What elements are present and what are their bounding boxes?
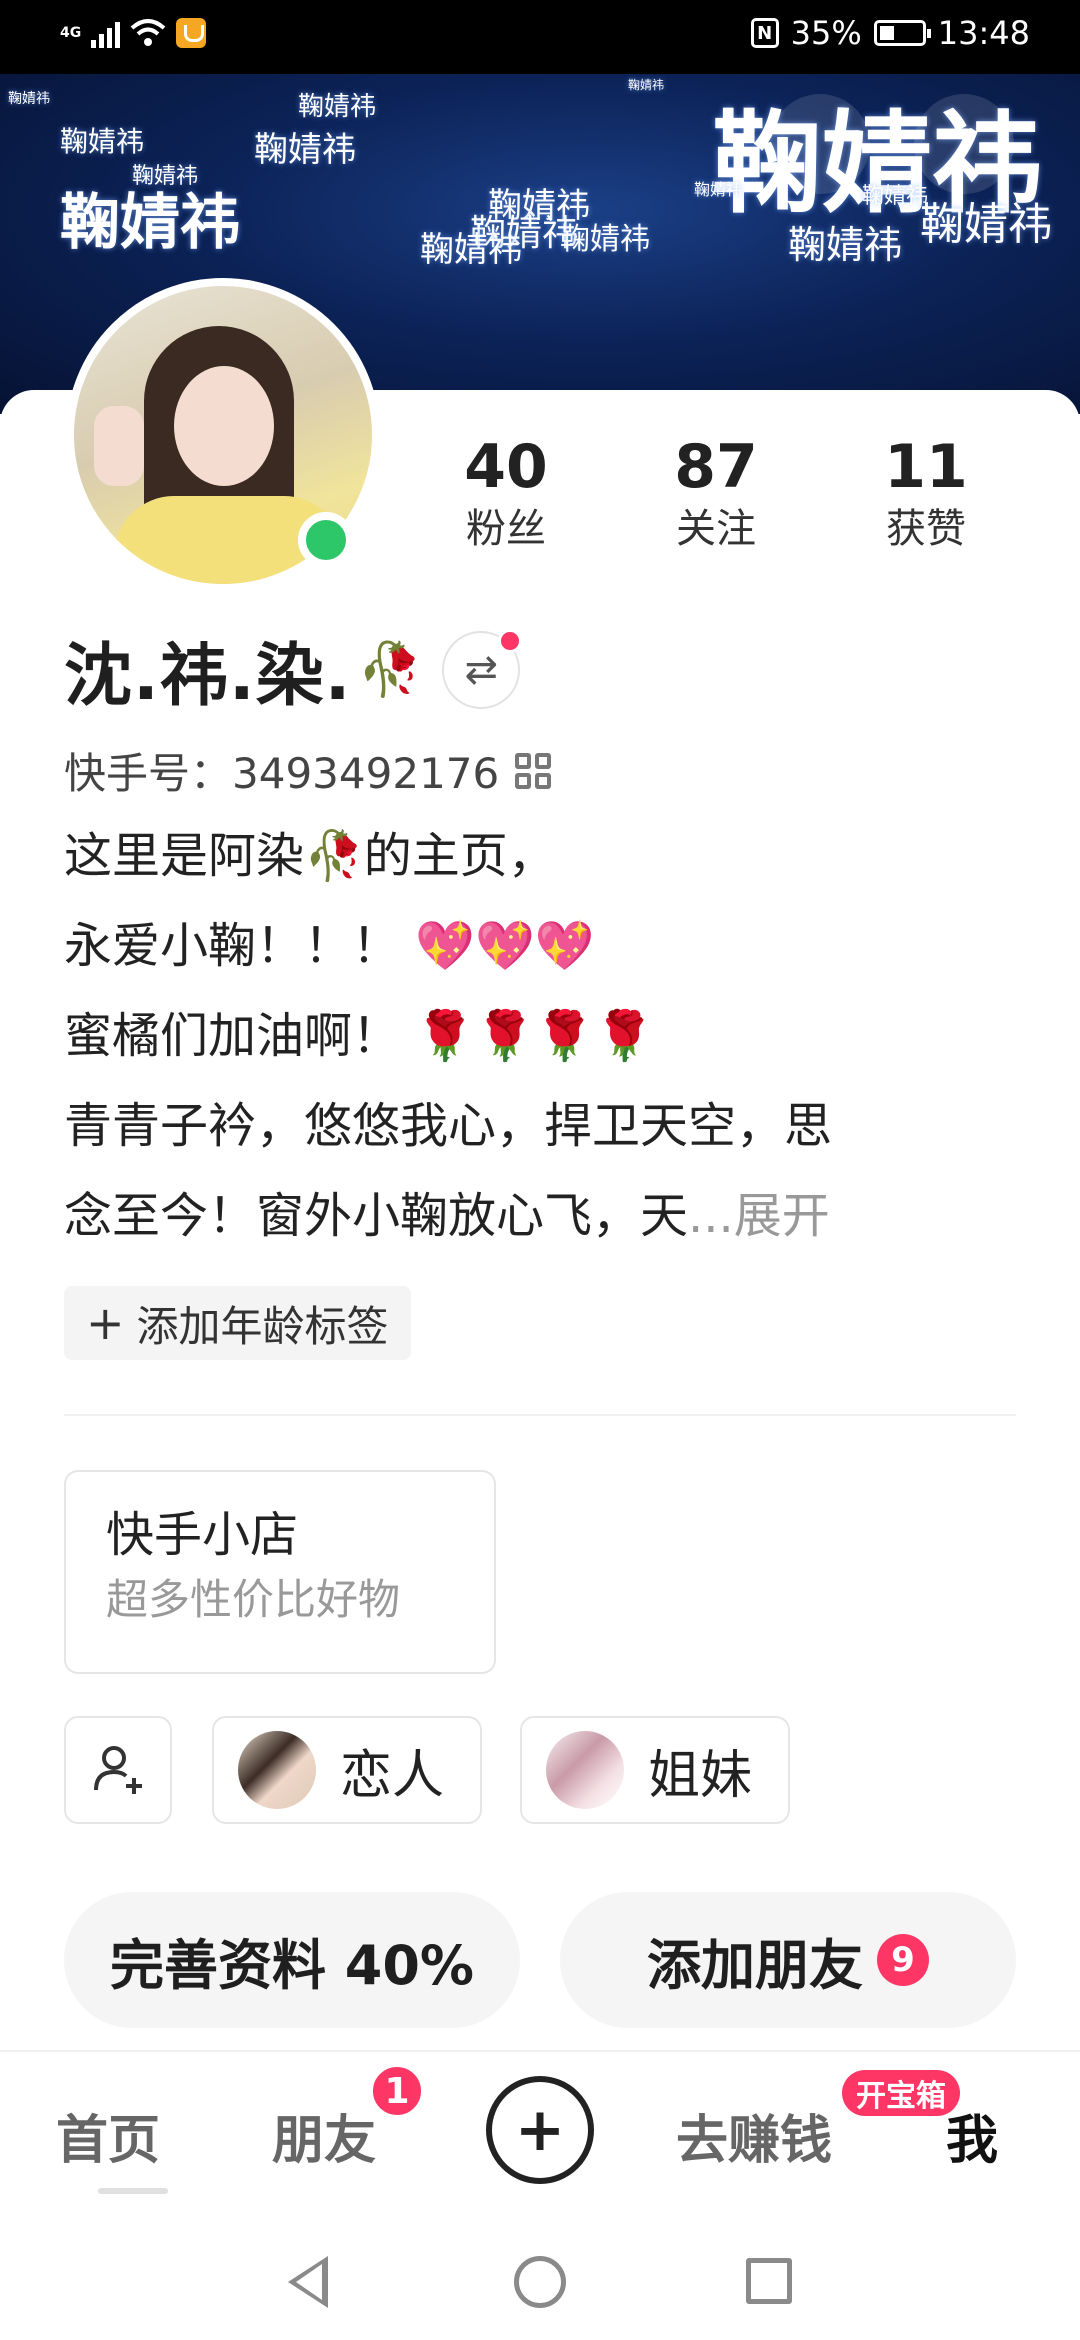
nav-home[interactable]: 首页	[56, 2098, 160, 2173]
kuaishou-id-value: 3493492176	[232, 749, 500, 798]
notification-dot	[498, 628, 523, 653]
expand-bio-button[interactable]: 展开	[734, 1188, 830, 1244]
status-left: 4G	[60, 18, 207, 48]
lover-avatar	[238, 1731, 316, 1809]
add-friends-badge: 9	[877, 1934, 929, 1986]
stat-fans[interactable]: 40 粉丝	[416, 432, 596, 554]
battery-percent: 35%	[790, 14, 862, 52]
nav-me[interactable]: 我	[946, 2098, 998, 2173]
qr-code-icon[interactable]	[515, 752, 552, 789]
kuaishou-shop-card[interactable]: 快手小店 超多性价比好物	[64, 1470, 496, 1674]
system-nav-bar	[0, 2220, 1080, 2340]
kuaishou-id-row[interactable]: 快手号：3493492176	[64, 740, 552, 801]
divider	[64, 1414, 1016, 1416]
name-row: 沈.祎.染. 🥀 ⇄	[64, 620, 523, 719]
status-bar: 4G N 35% 13:48	[0, 0, 1080, 74]
banner-word: 鞠婧祎	[628, 78, 665, 92]
add-user-icon	[94, 1746, 142, 1794]
avatar-hand	[94, 406, 144, 486]
home-icon[interactable]	[514, 2256, 566, 2308]
stat-value: 87	[674, 432, 758, 502]
stat-label: 关注	[676, 506, 756, 552]
banner-circle	[914, 94, 1014, 194]
rose-icons: 🌹🌹🌹🌹	[415, 1008, 655, 1064]
relation-label: 恋人	[340, 1745, 445, 1806]
banner-word: 鞠婧祎	[60, 188, 240, 258]
nav-earn[interactable]: 去赚钱	[676, 2098, 832, 2173]
sparkling-heart-icons: 💖💖💖	[415, 918, 595, 974]
create-post-button[interactable]: +	[486, 2076, 594, 2184]
nav-friends[interactable]: 朋友	[272, 2098, 376, 2173]
bio-line-4: 青青子衿，悠悠我心，捍卫天空，思	[64, 1098, 833, 1154]
bio-ellipsis: ...	[688, 1188, 734, 1244]
banner-word: 鞠婧祎	[694, 180, 743, 199]
signal-icon	[91, 18, 121, 48]
recent-apps-icon[interactable]	[746, 2258, 792, 2304]
kuaishou-id-label: 快手号：	[64, 749, 233, 798]
bio-line-1: 这里是阿染🥀的主页，	[64, 826, 1024, 886]
friends-badge: 1	[370, 2064, 424, 2118]
nav-indicator	[98, 2188, 168, 2194]
banner-word: 鞠婧祎	[420, 230, 522, 270]
switch-icon: ⇄	[464, 646, 498, 693]
banner-word: 鞠婧祎	[862, 184, 929, 209]
banner-circle	[770, 94, 870, 194]
relation-sister-button[interactable]: 姐妹	[520, 1716, 790, 1824]
status-right: N 35% 13:48	[750, 14, 1030, 52]
avatar-face	[174, 366, 274, 486]
nfc-icon: N	[750, 18, 779, 48]
switch-account-button[interactable]: ⇄	[442, 628, 523, 709]
bio-line-5: 念至今！窗外小鞠放心飞，天...展开	[64, 1186, 1024, 1246]
kuaishou-id-text: 快手号：3493492176	[64, 740, 499, 801]
banner-word: 鞠婧祎	[560, 222, 650, 257]
back-icon-inner	[296, 2264, 322, 2300]
add-age-tag-button[interactable]: + 添加年龄标签	[64, 1286, 411, 1360]
banner-word: 鞠婧祎	[8, 91, 50, 107]
bio-text: 念至今！窗外小鞠放心飞，天	[64, 1188, 689, 1244]
stat-following[interactable]: 87 关注	[626, 432, 806, 554]
banner-word: 鞠婧祎	[920, 199, 1052, 250]
profile-name[interactable]: 沈.祎.染.	[64, 620, 352, 719]
shop-subtitle: 超多性价比好物	[106, 1575, 401, 1624]
stat-label: 获赞	[886, 506, 966, 552]
add-friends-button[interactable]: 添加朋友 9	[560, 1892, 1016, 2028]
online-status-dot	[298, 512, 354, 568]
shop-title: 快手小店	[106, 1507, 299, 1563]
plus-icon: +	[514, 2095, 566, 2165]
banner-word: 鞠婧祎	[254, 130, 356, 170]
bio-text: 永爱小鞠！！！	[64, 918, 401, 974]
banner-word: 鞠婧祎	[298, 92, 377, 122]
wilted-rose-icon: 🥀	[304, 828, 364, 884]
relation-lover-button[interactable]: 恋人	[212, 1716, 482, 1824]
wifi-icon	[130, 19, 166, 46]
bio-line-2: 永爱小鞠！！！ 💖💖💖	[64, 916, 1024, 976]
banner-word: 鞠婧祎	[60, 125, 145, 158]
bio-text: 蜜橘们加油啊！	[64, 1008, 401, 1064]
add-age-tag-label: 添加年龄标签	[136, 1301, 389, 1351]
plus-icon: +	[86, 1296, 125, 1350]
stat-value: 40	[464, 432, 548, 502]
battery-icon	[873, 20, 931, 46]
bio-line-3: 蜜橘们加油啊！ 🌹🌹🌹🌹	[64, 1006, 1024, 1066]
bio-text: 这里是阿染	[64, 828, 305, 884]
stat-likes[interactable]: 11 获赞	[836, 432, 1016, 554]
add-relation-button[interactable]	[64, 1716, 172, 1824]
bio-text: 的主页，	[363, 828, 556, 884]
sister-avatar	[546, 1731, 624, 1809]
complete-profile-button[interactable]: 完善资料 40%	[64, 1892, 520, 2028]
network-type: 4G	[60, 25, 82, 41]
banner-word: 鞠婧祎	[788, 223, 903, 267]
wilted-rose-icon: 🥀	[357, 640, 423, 700]
treasure-badge[interactable]: 开宝箱	[842, 2070, 960, 2116]
relation-label: 姐妹	[648, 1745, 753, 1806]
stat-label: 粉丝	[466, 506, 546, 552]
clock: 13:48	[937, 14, 1030, 52]
add-friends-label: 添加朋友	[647, 1933, 863, 1997]
bottom-nav: 首页 朋友 1 + 去赚钱 开宝箱 我	[0, 2050, 1080, 2220]
stat-value: 11	[884, 432, 968, 502]
shield-icon	[176, 18, 207, 48]
